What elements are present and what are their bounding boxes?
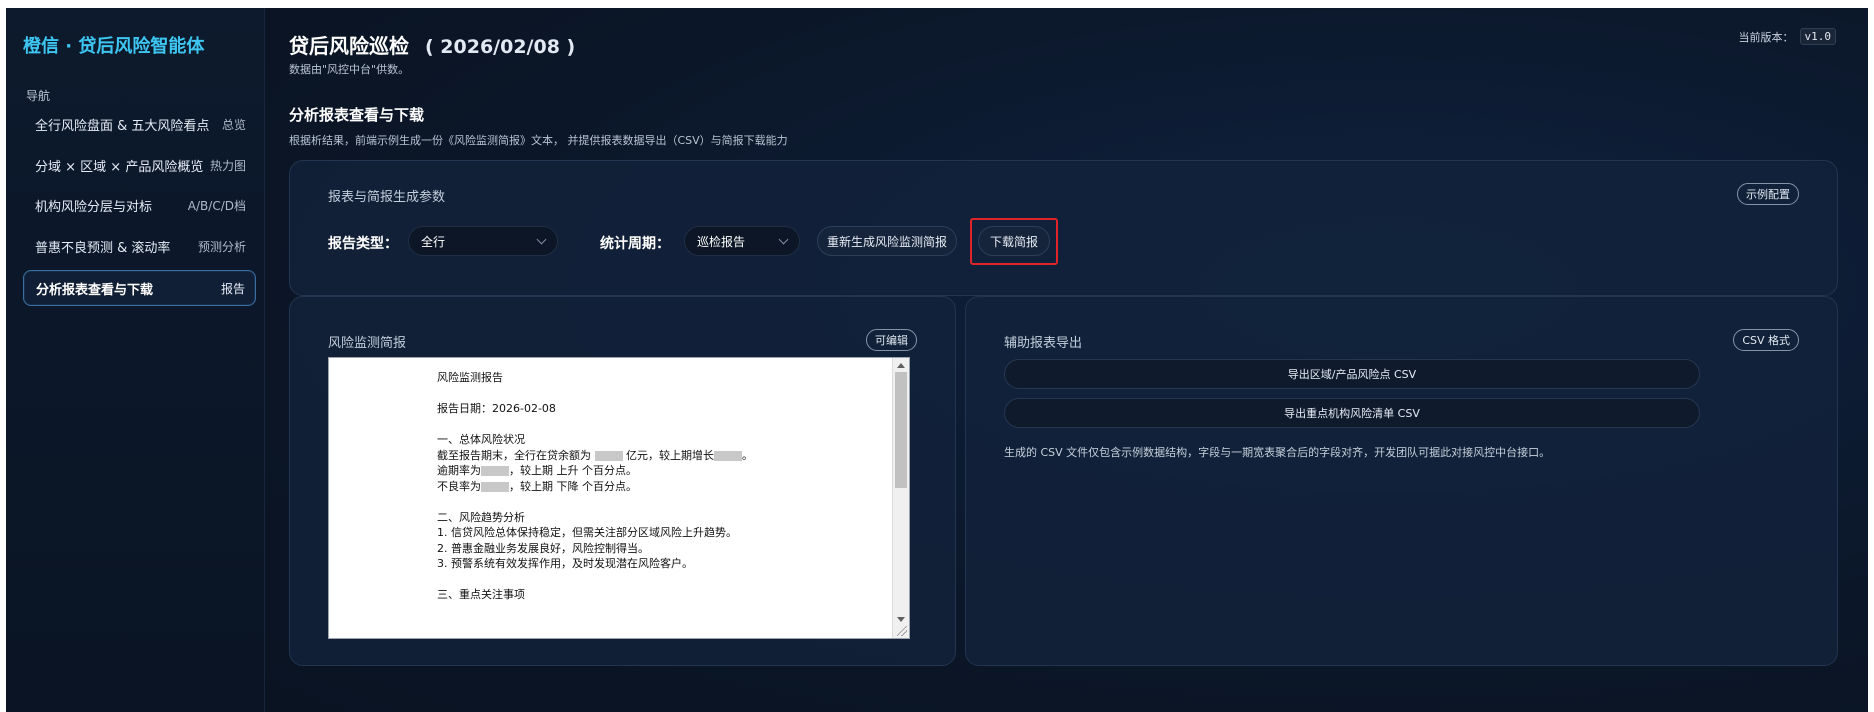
version-badge: v1.0 bbox=[1799, 28, 1836, 45]
brief-line: 一、总体风险状况 bbox=[437, 433, 525, 446]
window-top-edge bbox=[0, 0, 1874, 8]
scroll-thumb[interactable] bbox=[895, 372, 907, 488]
brief-card: 风险监测简报 可编辑 风险监测报告报告日期：2026-02-08 一、总体风险状况… bbox=[289, 296, 956, 666]
brief-text: 风险监测报告报告日期：2026-02-08 一、总体风险状况截至报告期末，全行在贷… bbox=[437, 370, 877, 603]
brief-line: 风险监测报告 bbox=[437, 371, 503, 384]
sidebar-item-label: 机构风险分层与对标 bbox=[35, 199, 153, 215]
section-description: 根据析结果，前端示例生成一份《风险监测简报》文本， 并提供报表数据导出（CSV）… bbox=[289, 134, 788, 147]
textarea-scrollbar[interactable] bbox=[892, 358, 909, 638]
sidebar-item-label: 分析报表查看与下载 bbox=[36, 282, 154, 298]
sidebar-item-forecast[interactable]: 普惠不良预测 & 滚动率 预测分析 bbox=[23, 228, 256, 264]
brief-line: 截至报告期末，全行在贷余额为 亿元，较上期增长。 bbox=[437, 448, 753, 462]
section-title: 分析报表查看与下载 bbox=[289, 106, 425, 124]
brief-line: 不良率为 ，较上期 下降 个百分点。 bbox=[437, 479, 637, 493]
report-type-value: 全行 bbox=[421, 234, 446, 249]
report-type-select[interactable]: 全行 bbox=[408, 226, 558, 256]
page-title: 贷后风险巡检 bbox=[289, 34, 409, 58]
redacted-value bbox=[481, 481, 509, 492]
window-right-edge bbox=[1868, 0, 1874, 712]
sidebar-item-tag: 预测分析 bbox=[197, 239, 246, 254]
brief-line: 逾期率为 ，较上期 上升 个百分点。 bbox=[437, 464, 637, 477]
chevron-down-icon bbox=[778, 234, 789, 244]
sidebar-item-label: 分域 × 区域 × 产品风险概览 bbox=[35, 159, 204, 175]
sidebar-item-tag: 报告 bbox=[220, 281, 245, 296]
page-header: 贷后风险巡检 ( 2026/02/08 ) bbox=[289, 30, 575, 59]
sidebar-item-institutions[interactable]: 机构风险分层与对标 A/B/C/D档 bbox=[23, 187, 256, 223]
brief-line bbox=[437, 386, 877, 402]
brief-line: 1. 信贷风险总体保持稳定，但需关注部分区域风险上升趋势。 bbox=[437, 526, 737, 539]
sidebar-item-tag: 热力图 bbox=[209, 158, 246, 173]
scroll-up-arrow-icon[interactable] bbox=[897, 363, 905, 368]
brief-textarea[interactable]: 风险监测报告报告日期：2026-02-08 一、总体风险状况截至报告期末，全行在贷… bbox=[328, 357, 910, 639]
period-label: 统计周期： bbox=[600, 236, 670, 252]
page-subtitle: 数据由"风控中台"供数。 bbox=[289, 63, 410, 76]
export-card: 辅助报表导出 CSV 格式 导出区域/产品风险点 CSV 导出重点机构风险清单 … bbox=[965, 296, 1838, 666]
sidebar-item-tag: 总览 bbox=[221, 117, 246, 132]
brief-line bbox=[437, 572, 877, 588]
regenerate-brief-button[interactable]: 重新生成风险监测简报 bbox=[817, 226, 957, 256]
export-region-csv-button[interactable]: 导出区域/产品风险点 CSV bbox=[1004, 359, 1700, 389]
params-card-title: 报表与简报生成参数 bbox=[328, 190, 446, 205]
csv-format-badge: CSV 格式 bbox=[1733, 329, 1799, 351]
redacted-value bbox=[481, 466, 509, 476]
redacted-value bbox=[714, 450, 742, 461]
chevron-down-icon bbox=[536, 234, 547, 244]
sidebar-item-label: 普惠不良预测 & 滚动率 bbox=[35, 240, 171, 256]
brand-title: 橙信 · 贷后风险智能体 bbox=[23, 36, 205, 57]
export-note: 生成的 CSV 文件仅包含示例数据结构，字段与一期宽表聚合后的字段对齐，开发团队… bbox=[1004, 446, 1551, 459]
download-highlight-box bbox=[970, 218, 1058, 265]
sidebar-item-heatmap[interactable]: 分域 × 区域 × 产品风险概览 热力图 bbox=[23, 147, 256, 183]
resize-grip-icon[interactable] bbox=[897, 626, 907, 636]
period-value: 巡检报告 bbox=[697, 234, 746, 249]
brief-line bbox=[437, 494, 877, 510]
export-institution-csv-button[interactable]: 导出重点机构风险清单 CSV bbox=[1004, 398, 1700, 428]
brief-line: 3. 预警系统有效发挥作用，及时发现潜在风险客户。 bbox=[437, 557, 693, 570]
main-content: 贷后风险巡检 ( 2026/02/08 ) 数据由"风控中台"供数。 当前版本：… bbox=[265, 8, 1868, 712]
sidebar-item-overview[interactable]: 全行风险盘面 & 五大风险看点 总览 bbox=[23, 106, 256, 142]
scroll-down-arrow-icon[interactable] bbox=[897, 617, 905, 622]
brief-line: 2. 普惠金融业务发展良好，风险控制得当。 bbox=[437, 541, 649, 555]
version-label: 当前版本： bbox=[1738, 30, 1794, 44]
brief-line bbox=[437, 417, 877, 433]
editable-badge: 可编辑 bbox=[866, 329, 917, 351]
page-date: ( 2026/02/08 ) bbox=[425, 36, 576, 58]
nav-heading: 导航 bbox=[26, 89, 51, 103]
brief-card-title: 风险监测简报 bbox=[328, 336, 407, 351]
params-card: 报表与简报生成参数 示例配置 报告类型： 全行 统计周期： 巡检报告 重新生成风… bbox=[289, 160, 1838, 296]
sidebar-item-tag: A/B/C/D档 bbox=[187, 198, 246, 213]
brief-line: 报告日期：2026-02-08 bbox=[437, 402, 556, 415]
version-indicator: 当前版本： v1.0 bbox=[1738, 28, 1836, 45]
sidebar-item-label: 全行风险盘面 & 五大风险看点 bbox=[35, 118, 210, 134]
sidebar: 橙信 · 贷后风险智能体 导航 全行风险盘面 & 五大风险看点 总览 分域 × … bbox=[6, 8, 265, 712]
export-card-title: 辅助报表导出 bbox=[1004, 336, 1083, 351]
brief-line: 三、重点关注事项 bbox=[437, 588, 525, 601]
brief-line: 二、风险趋势分析 bbox=[437, 510, 525, 524]
redacted-value bbox=[594, 450, 623, 461]
period-select[interactable]: 巡检报告 bbox=[684, 226, 800, 256]
sample-config-badge[interactable]: 示例配置 bbox=[1737, 183, 1799, 205]
report-type-label: 报告类型： bbox=[328, 236, 398, 252]
sidebar-item-reports[interactable]: 分析报表查看与下载 报告 bbox=[23, 270, 256, 306]
